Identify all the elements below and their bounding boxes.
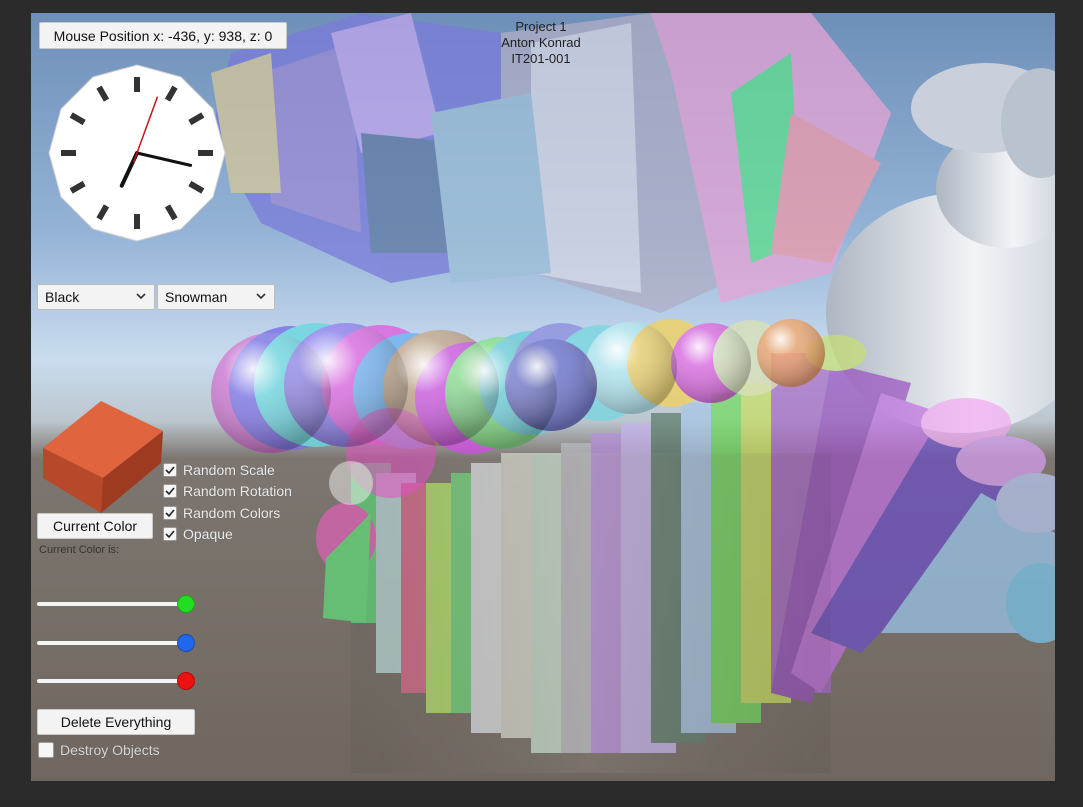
checkmark-icon xyxy=(165,487,175,496)
opaque-toggle[interactable]: Opaque xyxy=(163,525,233,543)
clock-tick xyxy=(61,150,76,156)
color-dropdown-value: Black xyxy=(45,289,80,305)
random-scale-checkbox[interactable] xyxy=(163,463,177,477)
current-color-button[interactable]: Current Color xyxy=(37,513,153,539)
clock-tick xyxy=(198,150,213,156)
green-slider[interactable] xyxy=(37,595,195,613)
game-viewport[interactable]: Mouse Position x: -436, y: 938, z: 0 Pro… xyxy=(31,13,1055,781)
destroy-objects-label: Destroy Objects xyxy=(60,742,160,758)
title-line-2: Anton Konrad xyxy=(501,35,581,50)
random-rotation-checkbox[interactable] xyxy=(163,484,177,498)
delete-everything-button[interactable]: Delete Everything xyxy=(37,709,195,735)
mouse-position-text: Mouse Position x: -436, y: 938, z: 0 xyxy=(53,27,273,44)
current-color-cube xyxy=(43,401,163,513)
shape-dropdown[interactable]: Snowman xyxy=(157,284,275,310)
analog-clock xyxy=(48,64,226,242)
red-slider-knob[interactable] xyxy=(177,672,195,690)
destroy-objects-toggle[interactable]: Destroy Objects xyxy=(38,741,160,759)
blue-slider-track xyxy=(37,641,195,645)
blue-slider[interactable] xyxy=(37,634,195,652)
current-color-label: Current Color is: xyxy=(39,544,120,556)
scene-3d-render[interactable] xyxy=(31,13,1055,781)
random-rotation-label: Random Rotation xyxy=(183,483,292,499)
blue-slider-knob[interactable] xyxy=(177,634,195,652)
destroy-objects-checkbox[interactable] xyxy=(38,742,54,758)
random-rotation-toggle[interactable]: Random Rotation xyxy=(163,482,292,500)
delete-everything-label: Delete Everything xyxy=(60,714,172,730)
chevron-down-icon xyxy=(136,293,146,300)
clock-tick xyxy=(134,77,140,92)
shape-dropdown-value: Snowman xyxy=(165,289,228,305)
checkmark-icon xyxy=(165,466,175,475)
clock-tick xyxy=(134,214,140,229)
opaque-label: Opaque xyxy=(183,526,233,542)
current-color-button-label: Current Color xyxy=(52,518,138,534)
project-title: Project 1 Anton Konrad IT201-001 xyxy=(471,19,611,67)
opaque-checkbox[interactable] xyxy=(163,527,177,541)
random-colors-toggle[interactable]: Random Colors xyxy=(163,504,280,522)
checkmark-icon xyxy=(165,509,175,518)
red-slider-track xyxy=(37,679,195,683)
random-scale-toggle[interactable]: Random Scale xyxy=(163,461,275,479)
title-line-3: IT201-001 xyxy=(511,51,571,66)
random-scale-label: Random Scale xyxy=(183,462,275,478)
title-line-1: Project 1 xyxy=(515,19,567,34)
green-slider-knob[interactable] xyxy=(177,595,195,613)
mouse-position-readout: Mouse Position x: -436, y: 938, z: 0 xyxy=(39,22,287,49)
random-colors-checkbox[interactable] xyxy=(163,506,177,520)
color-dropdown[interactable]: Black xyxy=(37,284,155,310)
chevron-down-icon xyxy=(256,293,266,300)
green-slider-track xyxy=(37,602,195,606)
red-slider[interactable] xyxy=(37,672,195,690)
checkmark-icon xyxy=(165,530,175,539)
random-colors-label: Random Colors xyxy=(183,505,281,521)
